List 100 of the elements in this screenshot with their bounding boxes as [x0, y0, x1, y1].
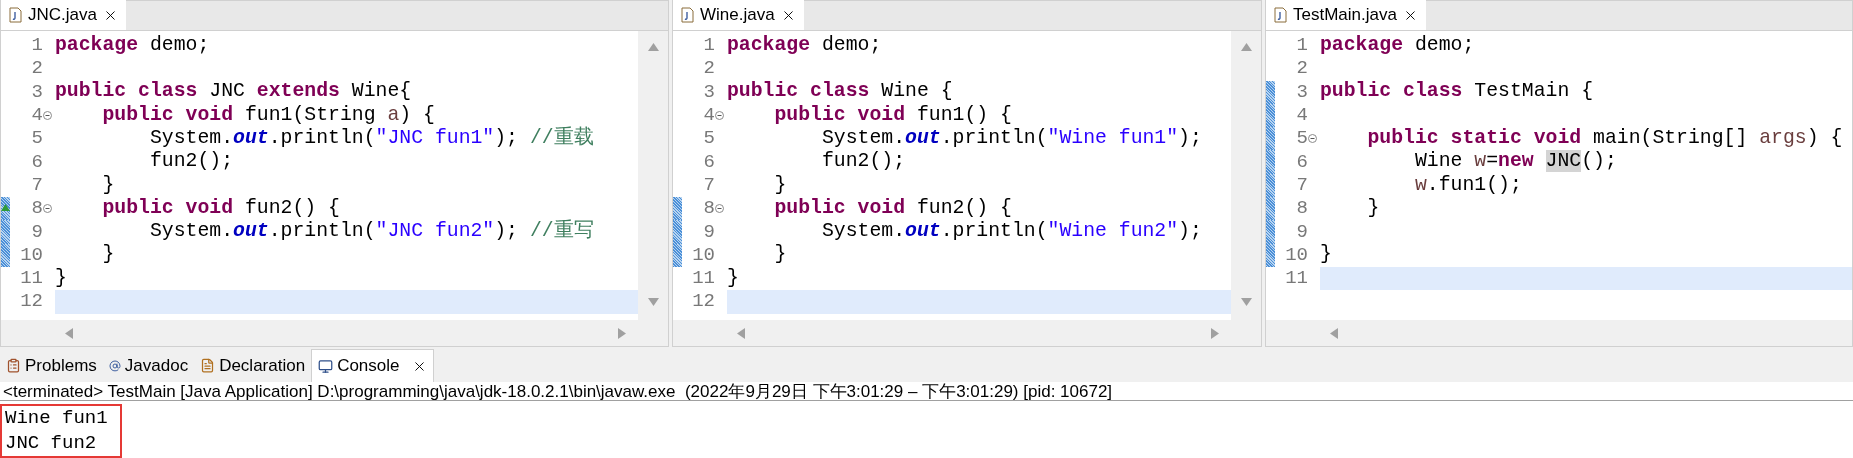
line-number: 9	[1296, 222, 1308, 242]
code-text: System.out.println("Wine fun1");	[820, 128, 1202, 149]
fold-icon[interactable]	[715, 204, 724, 214]
code-text: package demo;	[727, 35, 882, 56]
code-text: fun2();	[820, 152, 906, 173]
fold-icon[interactable]	[1308, 134, 1317, 144]
scroll-right-icon[interactable]	[1211, 327, 1219, 339]
line-number: 4	[703, 106, 715, 126]
monitor-icon	[318, 358, 334, 374]
line-number: 8	[31, 199, 43, 219]
fold-icon[interactable]	[43, 111, 52, 121]
line-number: 7	[31, 175, 43, 195]
line-number: 3	[703, 82, 715, 102]
line-number: 7	[1296, 175, 1308, 195]
line-number: 1	[703, 36, 715, 56]
code-text: }	[101, 175, 115, 196]
view-tab[interactable]: Problems	[0, 349, 103, 382]
view-tab[interactable]: Console	[311, 349, 434, 382]
console-output-line: JNC fun2	[5, 431, 98, 456]
code-text: Wine w=new JNC();	[1413, 152, 1617, 173]
change-bar	[1266, 127, 1275, 151]
line-number: 11	[1285, 269, 1308, 289]
code-text: package demo;	[55, 35, 210, 56]
line-number: 3	[31, 82, 43, 102]
problems-icon	[6, 358, 21, 373]
line-number: 9	[31, 222, 43, 242]
code-text: public class JNC extends Wine{	[55, 82, 412, 103]
code-text: public void fun2() {	[101, 198, 340, 219]
at-sign-icon	[108, 359, 121, 372]
document-icon	[200, 358, 216, 373]
code-text: System.out.println("JNC fun1"); //重载	[148, 128, 594, 149]
line-number: 10	[1285, 245, 1308, 265]
code-text: public void fun2() {	[773, 198, 1012, 219]
code-text: }	[773, 175, 787, 196]
fold-icon[interactable]	[715, 111, 724, 121]
line-number: 10	[692, 245, 715, 265]
scroll-left-icon[interactable]	[1330, 327, 1338, 339]
line-number: 6	[1296, 152, 1308, 172]
line-number: 6	[703, 152, 715, 172]
scroll-right-icon[interactable]	[618, 327, 626, 339]
editor-tab[interactable]: Wine.java	[673, 0, 804, 30]
line-number: 3	[1296, 82, 1308, 102]
line-number: 11	[692, 269, 715, 289]
line-number: 4	[1296, 106, 1308, 126]
change-bar	[1266, 103, 1275, 128]
change-bar	[1266, 197, 1275, 221]
code-text: package demo;	[1320, 35, 1475, 56]
line-number: 1	[31, 36, 43, 56]
editor-tab[interactable]: TestMain.java	[1266, 0, 1426, 30]
fold-icon[interactable]	[43, 204, 52, 214]
line-number: 12	[20, 292, 43, 312]
code-text: System.out.println("Wine fun2");	[820, 222, 1202, 242]
scroll-down-icon[interactable]	[647, 298, 659, 306]
code-text: public static void main(String[] args) {	[1366, 128, 1843, 149]
console-output-line: Wine fun1	[5, 406, 109, 431]
line-number: 10	[20, 245, 43, 265]
code-text: }	[727, 268, 739, 289]
java-file-icon	[9, 7, 22, 23]
change-bar	[1, 220, 10, 244]
line-number: 2	[31, 59, 43, 79]
code-text: }	[101, 245, 115, 266]
change-bar	[1266, 150, 1275, 174]
line-number: 5	[31, 129, 43, 149]
change-bar	[1, 243, 10, 267]
scroll-up-icon[interactable]	[1240, 43, 1252, 51]
line-number: 9	[703, 222, 715, 242]
view-tab[interactable]: Declaration	[194, 349, 312, 382]
scroll-up-icon[interactable]	[647, 43, 659, 51]
scroll-down-icon[interactable]	[1240, 298, 1252, 306]
line-number: 1	[1296, 36, 1308, 56]
line-number: 5	[703, 129, 715, 149]
code-text: w.fun1();	[1413, 175, 1522, 196]
change-bar	[673, 220, 682, 244]
line-number: 4	[31, 106, 43, 126]
line-number: 8	[1296, 199, 1308, 219]
code-text: }	[773, 245, 787, 266]
java-file-icon	[681, 7, 694, 23]
code-text: public void fun1() {	[773, 105, 1012, 126]
change-bar	[1266, 173, 1275, 198]
change-bar	[673, 243, 682, 267]
line-number: 12	[692, 292, 715, 312]
editor-tab[interactable]: JNC.java	[1, 0, 126, 30]
line-number: 2	[1296, 59, 1308, 79]
code-text: public class Wine {	[727, 82, 953, 103]
java-file-icon	[1274, 7, 1287, 23]
code-text: }	[1320, 245, 1332, 266]
line-number: 6	[31, 152, 43, 172]
triangle-icon	[1, 204, 10, 212]
code-text: public class TestMain {	[1320, 82, 1594, 103]
view-tab[interactable]: Javadoc	[102, 349, 195, 382]
scroll-left-icon[interactable]	[737, 327, 745, 339]
line-number: 8	[703, 199, 715, 219]
line-number: 2	[703, 59, 715, 79]
code-text: }	[1366, 198, 1380, 219]
process-label: <terminated> TestMain [Java Application] D:\programming\java\jdk-18.0.2.1\bin\javaw.exe (2022年9月29日 下午3:01:29 – 下午3:01:29) [pid: 10672]	[2, 382, 1113, 400]
scroll-left-icon[interactable]	[65, 327, 73, 339]
line-number: 7	[703, 175, 715, 195]
change-bar	[673, 197, 682, 221]
change-bar	[1266, 243, 1275, 267]
code-text: fun2();	[148, 152, 234, 173]
